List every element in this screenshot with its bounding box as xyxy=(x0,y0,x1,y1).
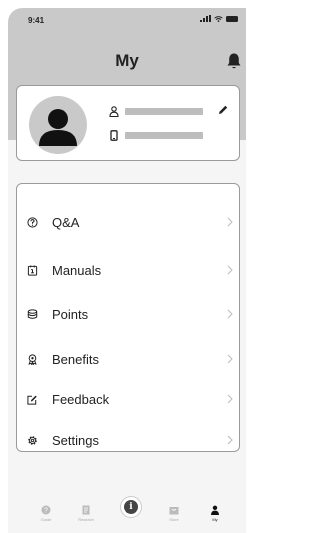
menu-item-feedback[interactable]: Feedback xyxy=(17,385,239,413)
chevron-right-icon xyxy=(227,265,233,275)
question-circle-icon xyxy=(27,216,38,228)
tab-label: My xyxy=(212,517,218,522)
tab-my[interactable]: My xyxy=(195,505,235,522)
signal-icon xyxy=(200,15,211,22)
menu-item-points[interactable]: Points xyxy=(17,300,239,328)
status-icons xyxy=(200,15,238,22)
menu-item-settings[interactable]: Settings xyxy=(17,426,239,454)
feedback-icon xyxy=(27,395,37,405)
tab-label: Guide xyxy=(40,517,52,522)
store-icon xyxy=(169,507,179,515)
menu-item-label: Q&A xyxy=(52,214,80,230)
app-screen: 9:41 My Q&A Manuals Points Benefits Feed… xyxy=(8,8,246,533)
bell-icon[interactable] xyxy=(226,52,242,70)
profile-name-row xyxy=(109,106,203,117)
chevron-right-icon xyxy=(227,354,233,364)
menu-item-qa[interactable]: Q&A xyxy=(17,208,239,236)
chevron-right-icon xyxy=(227,394,233,404)
wifi-icon xyxy=(214,15,223,22)
status-bar: 9:41 xyxy=(8,8,246,32)
award-icon xyxy=(28,353,37,365)
battery-icon xyxy=(226,15,238,22)
menu-item-benefits[interactable]: Benefits xyxy=(17,345,239,373)
profile-phone-row xyxy=(109,130,203,141)
pencil-icon[interactable] xyxy=(217,104,229,116)
phone-placeholder xyxy=(125,132,203,139)
gear-icon xyxy=(28,435,37,445)
menu-item-label: Benefits xyxy=(52,351,99,367)
tab-research[interactable]: Reseach xyxy=(66,505,106,522)
manual-icon xyxy=(27,265,38,276)
menu-card: Q&A Manuals Points Benefits Feedback Set… xyxy=(16,183,240,452)
center-info-button[interactable]: i xyxy=(120,496,142,518)
page-title: My xyxy=(115,51,139,70)
menu-item-manuals[interactable]: Manuals xyxy=(17,256,239,284)
chevron-right-icon xyxy=(227,435,233,445)
tab-guide[interactable]: ? Guide xyxy=(26,505,66,522)
person-icon xyxy=(109,106,119,117)
user-silhouette-icon xyxy=(39,109,77,146)
menu-item-label: Points xyxy=(52,306,89,322)
menu-item-label: Feedback xyxy=(52,391,110,407)
tab-label: Reseach xyxy=(78,517,94,522)
tab-label: Store xyxy=(169,517,179,522)
person-icon xyxy=(211,505,219,515)
svg-text:?: ? xyxy=(44,508,48,515)
chevron-right-icon xyxy=(227,217,233,227)
document-icon xyxy=(82,505,90,515)
info-icon: i xyxy=(124,500,138,514)
menu-item-label: Settings xyxy=(52,432,99,448)
tab-store[interactable]: Store xyxy=(154,505,194,522)
name-placeholder xyxy=(125,108,203,115)
status-time: 9:41 xyxy=(28,16,45,25)
question-circle-icon: ? xyxy=(41,505,51,515)
coins-icon xyxy=(27,308,38,319)
phone-icon xyxy=(110,130,118,141)
avatar[interactable] xyxy=(29,96,87,154)
chevron-right-icon xyxy=(227,309,233,319)
menu-item-label: Manuals xyxy=(52,262,102,278)
profile-card[interactable] xyxy=(16,85,240,161)
